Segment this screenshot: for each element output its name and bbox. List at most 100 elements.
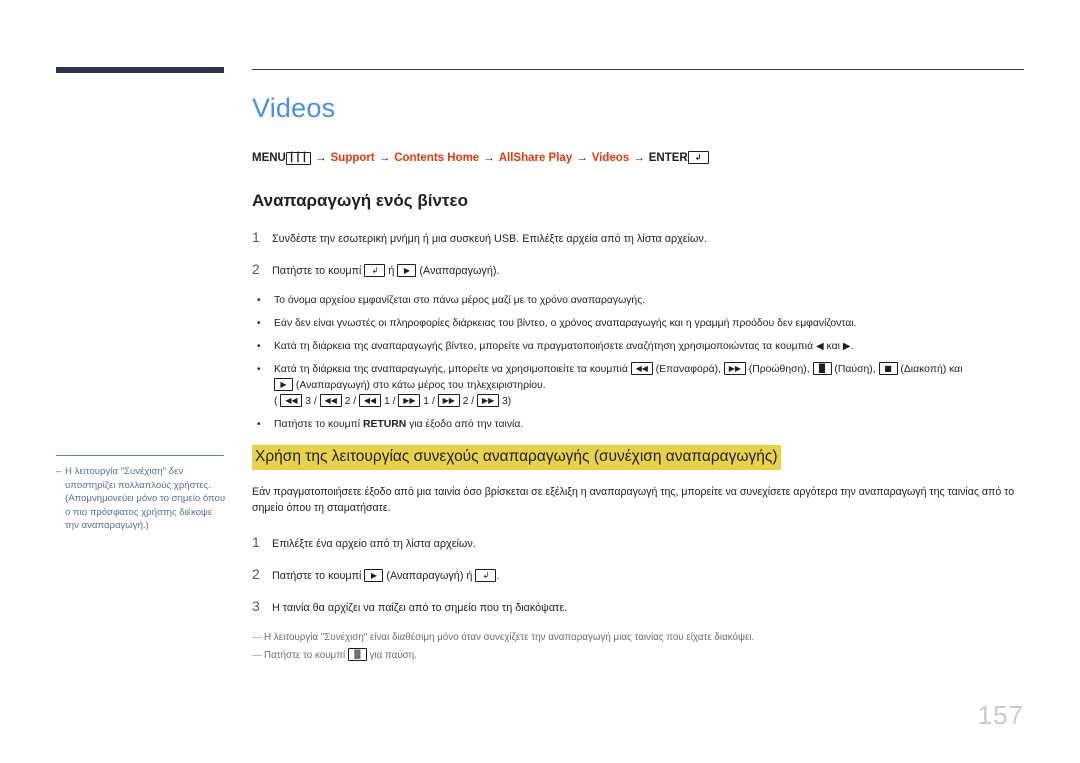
- page-number: 157: [977, 700, 1024, 730]
- enter-icon: ↲: [364, 264, 386, 277]
- menu-icon: ┃┃┃: [285, 152, 312, 165]
- step-item: 1 Επιλέξτε ένα αρχείο από τη λίστα αρχεί…: [252, 534, 1024, 552]
- margin-note-text: Η λειτουργία "Συνέχιση" δεν υποστηρίζει …: [65, 466, 226, 532]
- list-item: • Το όνομα αρχείου εμφανίζεται στο πάνω …: [252, 293, 1024, 309]
- seq-num: 2: [462, 396, 469, 407]
- step-number: 2: [252, 566, 260, 582]
- bullet-label-rewind: (Επαναφορά),: [652, 364, 724, 375]
- header-accent-bar: [56, 67, 224, 73]
- footnote-text: Πατήστε το κουμπί ▐▌ για παύση.: [264, 648, 1024, 664]
- bullet-subline: ▶ (Αναπαραγωγή) στο κάτω μέρος του τηλεχ…: [274, 378, 1024, 394]
- footnote-item: — Πατήστε το κουμπί ▐▌ για παύση.: [252, 648, 1024, 664]
- footnote-item: — Η λειτουργία "Συνέχιση" είναι διαθέσιμ…: [252, 630, 1024, 646]
- bullet-label-forward: (Προώθηση),: [745, 364, 813, 375]
- breadcrumb-separator: →: [483, 152, 495, 164]
- forward-icon: ▶▶: [477, 394, 500, 407]
- footnote-text-after: για παύση.: [366, 650, 417, 661]
- breadcrumb-item-support[interactable]: Support: [331, 152, 375, 164]
- bullet-label-pause: (Παύση),: [831, 364, 879, 375]
- seq-num: 3: [305, 396, 312, 407]
- step-text-before: Πατήστε το κουμπί: [272, 265, 365, 277]
- resume-paragraph: Εάν πραγματοποιήσετε έξοδο από μια ταινί…: [252, 486, 1015, 514]
- breadcrumb-separator: →: [576, 152, 588, 164]
- rewind-icon: ◀◀: [359, 394, 382, 407]
- forward-icon: ▶▶: [437, 394, 460, 407]
- bullet-text: Κατά τη διάρκεια της αναπαραγωγής, μπορε…: [274, 362, 1024, 410]
- section-heading-play-video: Αναπαραγωγή ενός βίντεο: [252, 191, 468, 210]
- step-text: Πατήστε το κουμπί ▶ (Αναπαραγωγή) ή ↲.: [272, 566, 1024, 584]
- list-item: • Κατά τη διάρκεια της αναπαραγωγής, μπο…: [252, 362, 1024, 410]
- enter-icon: ↲: [687, 151, 709, 164]
- rewind-icon: ◀◀: [280, 394, 303, 407]
- margin-note-dash: –: [56, 466, 62, 477]
- section-heading-resume-play: Χρήση της λειτουργίας συνεχούς αναπαραγω…: [252, 445, 781, 470]
- right-triangle-icon: ▶: [842, 341, 851, 352]
- step-number: 1: [252, 229, 260, 245]
- step-text-mid: ή: [385, 265, 398, 277]
- list-item: • Εάν δεν είναι γνωστές οι πληροφορίες δ…: [252, 316, 1024, 332]
- bullet-text-before: Κατά τη διάρκεια της αναπαραγωγής, μπορε…: [274, 364, 631, 375]
- page-title: Videos: [252, 93, 336, 123]
- bullet-text-mid: και: [823, 341, 843, 352]
- bullet-marker: •: [257, 318, 261, 329]
- bullet-text: Το όνομα αρχείου εμφανίζεται στο πάνω μέ…: [274, 295, 646, 306]
- step-text: Συνδέστε την εσωτερική μνήμη ή μια συσκε…: [272, 233, 707, 245]
- step-text: Η ταινία θα αρχίζει να παίζει από το σημ…: [272, 602, 568, 614]
- step-item: 1 Συνδέστε την εσωτερική μνήμη ή μια συσ…: [252, 229, 1024, 247]
- bullet-text: Πατήστε το κουμπί RETURN για έξοδο από τ…: [274, 417, 1024, 433]
- forward-icon: ▶▶: [398, 394, 421, 407]
- breadcrumb-item-enter[interactable]: ENTER ↲: [648, 151, 709, 164]
- breadcrumb-item-menu[interactable]: MENU ┃┃┃: [252, 152, 312, 165]
- header-rule-line: [252, 69, 1024, 70]
- list-item: • Πατήστε το κουμπί RETURN για έξοδο από…: [252, 417, 1024, 433]
- breadcrumb-item-contents-home[interactable]: Contents Home: [394, 152, 479, 164]
- step-text-before: Πατήστε το κουμπί: [272, 570, 365, 582]
- enter-icon: ↲: [475, 569, 497, 582]
- play-icon: ▶: [274, 378, 293, 391]
- seq-num: 1: [423, 396, 430, 407]
- stop-icon: ■: [878, 362, 898, 375]
- rewind-icon: ◀◀: [319, 394, 342, 407]
- margin-note-column: – Η λειτουργία "Συνέχιση" δεν υποστηρίζε…: [56, 455, 228, 533]
- pause-icon: ▐▌: [347, 648, 367, 661]
- bullet-text-before: Πατήστε το κουμπί: [274, 419, 363, 430]
- button-sequence-line: ( ◀◀ 3 / ◀◀ 2 / ◀◀ 1 / ▶▶ 1 / ▶▶ 2 / ▶▶ …: [274, 394, 512, 407]
- pause-icon: ▐▌: [812, 362, 832, 375]
- breadcrumb-separator: →: [315, 152, 327, 164]
- step-item: 2 Πατήστε το κουμπί ↲ ή ▶ (Αναπαραγωγή).: [252, 261, 1024, 279]
- seq-num: 2: [344, 396, 351, 407]
- play-icon: ▶: [364, 569, 384, 582]
- breadcrumb: MENU ┃┃┃ → Support → Contents Home → AllShare P…: [252, 150, 1024, 166]
- breadcrumb-item-allshare-play[interactable]: AllShare Play: [499, 152, 573, 164]
- bullet-text-before: Κατά τη διάρκεια της αναπαραγωγής βίντεο…: [274, 341, 816, 352]
- bullet-marker: •: [257, 419, 261, 430]
- breadcrumb-item-videos[interactable]: Videos: [592, 152, 630, 164]
- breadcrumb-label-menu: MENU: [252, 152, 286, 164]
- list-item: • Κατά τη διάρκεια της αναπαραγωγής βίντ…: [252, 339, 1024, 355]
- breadcrumb-label-enter: ENTER: [648, 152, 688, 164]
- footnote-dash: —: [252, 650, 262, 661]
- bullet-subline-text: (Αναπαραγωγή) στο κάτω μέρος του τηλεχει…: [293, 380, 546, 391]
- footnote-text: Η λειτουργία "Συνέχιση" είναι διαθέσιμη …: [264, 632, 755, 643]
- forward-icon: ▶▶: [723, 362, 746, 375]
- bullet-marker: •: [257, 364, 261, 375]
- step-text: Πατήστε το κουμπί ↲ ή ▶ (Αναπαραγωγή).: [272, 261, 1024, 279]
- bullet-text: Κατά τη διάρκεια της αναπαραγωγής βίντεο…: [274, 339, 1024, 355]
- step-item: 2 Πατήστε το κουμπί ▶ (Αναπαραγωγή) ή ↲.: [252, 566, 1024, 584]
- footnote-list: — Η λειτουργία "Συνέχιση" είναι διαθέσιμ…: [252, 630, 1024, 664]
- seq-num: 1: [383, 396, 390, 407]
- main-content-column: Videos MENU ┃┃┃ → Support → Contents Home → All…: [252, 92, 1024, 666]
- step-number: 2: [252, 261, 260, 277]
- seq-num: 3: [501, 396, 508, 407]
- rewind-icon: ◀◀: [630, 362, 653, 375]
- bullet-label-stop: (Διακοπή) και: [897, 364, 963, 375]
- footnote-text-before: Πατήστε το κουμπί: [264, 650, 348, 661]
- footnote-dash: —: [252, 632, 262, 643]
- bullet-marker: •: [257, 341, 261, 352]
- step-number: 3: [252, 598, 260, 614]
- step-text-mid: (Αναπαραγωγή) ή: [383, 570, 476, 582]
- step-text-after: .: [496, 570, 500, 582]
- left-triangle-icon: ◀: [815, 341, 824, 352]
- breadcrumb-separator: →: [378, 152, 391, 164]
- step-text: Επιλέξτε ένα αρχείο από τη λίστα αρχείων…: [272, 538, 476, 550]
